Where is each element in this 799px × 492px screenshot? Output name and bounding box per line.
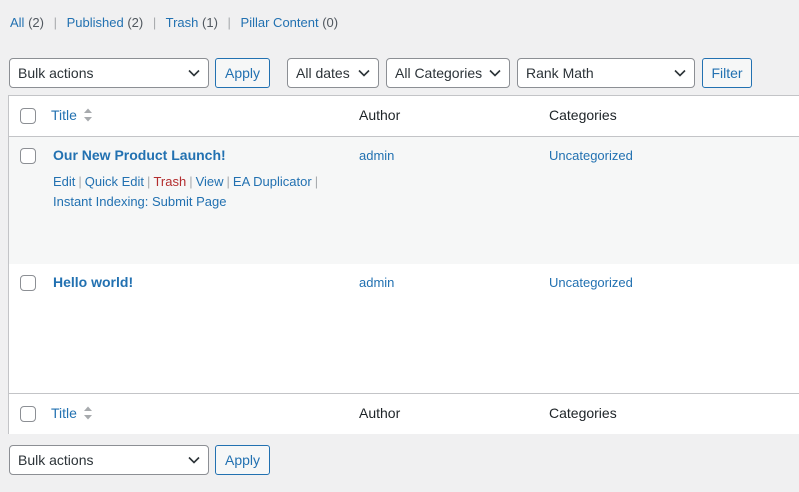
table-header: Title Author Categories	[9, 96, 799, 137]
sort-icon	[83, 406, 92, 420]
view-published-count: (2)	[127, 15, 144, 30]
bulk-actions-value: Bulk actions	[18, 452, 94, 468]
bulk-actions-select[interactable]: Bulk actions	[9, 445, 209, 475]
rank-math-filter-value: Rank Math	[526, 65, 594, 81]
view-link[interactable]: View	[196, 174, 224, 189]
row-checkbox[interactable]	[20, 275, 36, 291]
categories-filter-value: All Categories	[395, 65, 483, 81]
categories-filter-select[interactable]: All Categories	[386, 58, 510, 88]
view-published-link[interactable]: Published	[67, 15, 124, 30]
author-column-header: Author	[359, 405, 401, 421]
view-pillar-content-count: (0)	[322, 15, 339, 30]
instant-indexing-link[interactable]: Instant Indexing: Submit Page	[53, 194, 226, 209]
author-link[interactable]: admin	[359, 275, 394, 290]
category-link[interactable]: Uncategorized	[549, 275, 633, 290]
trash-link[interactable]: Trash	[153, 174, 186, 189]
apply-button[interactable]: Apply	[215, 58, 270, 88]
separator: |	[147, 174, 151, 189]
posts-table: Title Author Categories Our New Product …	[8, 95, 799, 434]
separator: |	[226, 174, 230, 189]
categories-column-header: Categories	[549, 107, 617, 123]
chevron-down-icon	[188, 456, 200, 464]
post-title-link[interactable]: Our New Product Launch!	[53, 147, 226, 163]
author-link[interactable]: admin	[359, 148, 394, 163]
row-actions: Edit | Quick Edit | Trash | View | EA Duplicator…	[53, 172, 333, 212]
view-all-count: (2)	[28, 15, 44, 30]
select-all-checkbox[interactable]	[20, 108, 36, 124]
view-filters: All (2) | Published (2) | Trash (1) | Pi…	[10, 14, 338, 32]
apply-button[interactable]: Apply	[215, 445, 270, 475]
category-link[interactable]: Uncategorized	[549, 148, 633, 163]
separator: |	[314, 174, 319, 189]
select-all-checkbox[interactable]	[20, 406, 36, 422]
chevron-down-icon	[188, 69, 200, 77]
rank-math-filter-select[interactable]: Rank Math	[517, 58, 695, 88]
separator: |	[53, 15, 57, 30]
table-footer: Title Author Categories	[9, 393, 799, 434]
view-trash-link[interactable]: Trash	[166, 15, 199, 30]
quick-edit-link[interactable]: Quick Edit	[85, 174, 144, 189]
bulk-actions-select[interactable]: Bulk actions	[9, 58, 209, 88]
separator: |	[189, 174, 193, 189]
dates-filter-select[interactable]: All dates	[287, 58, 379, 88]
edit-link[interactable]: Edit	[53, 174, 75, 189]
ea-duplicator-link[interactable]: EA Duplicator	[233, 174, 312, 189]
separator: |	[78, 174, 82, 189]
dates-filter-value: All dates	[296, 65, 350, 81]
post-title-link[interactable]: Hello world!	[53, 274, 133, 290]
filter-button[interactable]: Filter	[702, 58, 752, 88]
view-all-link[interactable]: All	[10, 15, 24, 30]
separator: |	[227, 15, 231, 30]
title-column-header[interactable]: Title	[51, 405, 93, 421]
sort-icon	[83, 108, 92, 122]
title-column-label: Title	[51, 107, 77, 123]
bulk-actions-value: Bulk actions	[18, 65, 94, 81]
view-pillar-content-link[interactable]: Pillar Content	[241, 15, 319, 30]
title-column-header[interactable]: Title	[51, 107, 93, 123]
title-column-label: Title	[51, 405, 77, 421]
row-checkbox[interactable]	[20, 148, 36, 164]
table-row: Hello world! admin Uncategorized	[9, 264, 799, 391]
chevron-down-icon	[358, 69, 370, 77]
chevron-down-icon	[674, 69, 686, 77]
chevron-down-icon	[489, 69, 501, 77]
separator: |	[152, 15, 157, 30]
author-column-header: Author	[359, 107, 401, 123]
view-trash-count: (1)	[202, 15, 218, 30]
table-row: Our New Product Launch! Edit | Quick Edit |…	[9, 137, 799, 264]
categories-column-header: Categories	[549, 405, 617, 421]
